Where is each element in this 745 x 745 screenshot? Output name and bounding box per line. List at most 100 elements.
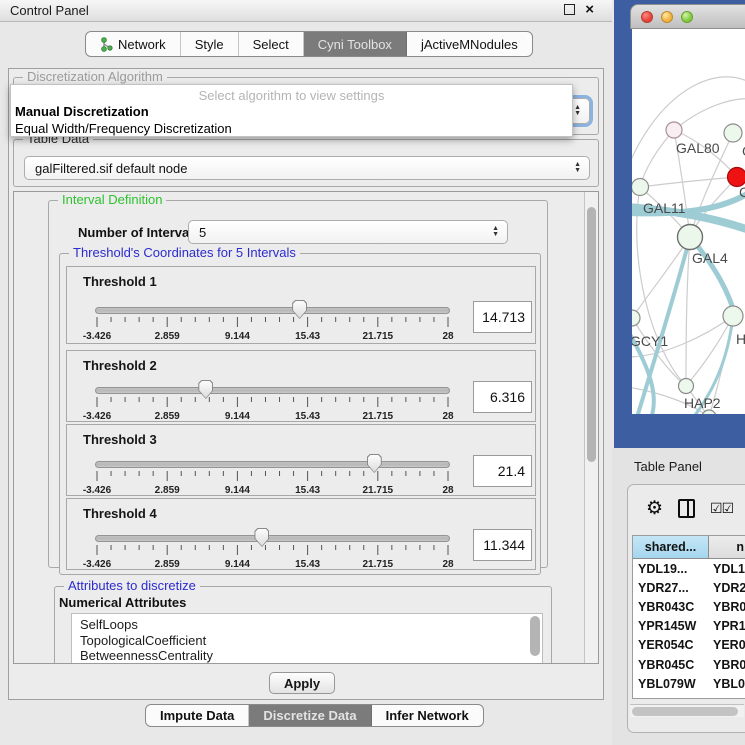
- numerical-attributes-list[interactable]: SelfLoopsTopologicalCoefficientBetweenne…: [71, 613, 543, 664]
- slider-tick-label: 28: [442, 411, 454, 422]
- table-panel-title: Table Panel: [634, 459, 702, 474]
- label-gal4: GAL4: [692, 250, 728, 266]
- combo-spinner-icon: ▲▼: [574, 157, 581, 179]
- table-cell-name[interactable]: YDL1: [709, 559, 745, 578]
- table-cell-shared-name[interactable]: YBR045C: [633, 655, 709, 674]
- list-scrollbar[interactable]: [530, 616, 540, 656]
- threshold-4-slider-track[interactable]: [95, 535, 450, 542]
- node-top-right[interactable]: [724, 124, 742, 142]
- gear-icon[interactable]: ⚙: [646, 499, 663, 518]
- tab-impute-data-label: Impute Data: [160, 708, 234, 723]
- node-gcy1[interactable]: [632, 310, 640, 326]
- number-of-intervals-combo[interactable]: 5 ▲▼: [188, 220, 508, 244]
- select-checkboxes-icon[interactable]: ☑☑: [710, 501, 733, 515]
- node-right-mid[interactable]: [723, 306, 743, 326]
- network-window-titlebar[interactable]: [630, 4, 745, 29]
- tab-discretize-data[interactable]: Discretize Data: [249, 705, 371, 726]
- close-panel-icon[interactable]: ×: [585, 4, 594, 15]
- table-cell-shared-name[interactable]: YBL079W: [633, 674, 709, 693]
- label-c-partial: C: [739, 184, 745, 200]
- label-gal80: GAL80: [676, 140, 720, 156]
- table-panel: Table Panel ⚙ ☑☑ shared... n YDL19...YDL…: [612, 448, 745, 745]
- tab-discretize-data-label: Discretize Data: [263, 708, 356, 723]
- node-gal4[interactable]: [678, 225, 703, 250]
- minimize-window-icon[interactable]: [661, 11, 673, 23]
- table-cell-shared-name[interactable]: YDR27...: [633, 578, 709, 597]
- node-hap2[interactable]: [679, 379, 694, 394]
- table-cell-name[interactable]: YBR0: [709, 655, 745, 674]
- table-cell-name[interactable]: YBL0: [709, 674, 745, 693]
- table-row[interactable]: YBL079WYBL0: [633, 674, 745, 693]
- table-cell-shared-name[interactable]: YER054C: [633, 636, 709, 655]
- threshold-1-slider-track[interactable]: [95, 307, 450, 314]
- table-cell-shared-name[interactable]: YPR145W: [633, 617, 709, 636]
- threshold-1-value[interactable]: 14.713: [473, 301, 532, 333]
- attributes-group: Attributes to discretize Numerical Attri…: [54, 586, 552, 664]
- network-view-canvas[interactable]: GAL80 G C GAL11 GAL4 GCY1 H HAP2: [632, 29, 745, 414]
- table-row[interactable]: YER054CYER0: [633, 636, 745, 655]
- threshold-1-label: Threshold 1: [83, 274, 157, 289]
- network-graph: GAL80 G C GAL11 GAL4 GCY1 H HAP2: [632, 29, 745, 414]
- threshold-4-value[interactable]: 11.344: [473, 529, 532, 561]
- column-header-name[interactable]: n: [709, 536, 745, 559]
- table-cell-shared-name[interactable]: YDL19...: [633, 559, 709, 578]
- slider-tick-label: 15.43: [295, 331, 320, 342]
- close-window-icon[interactable]: [641, 11, 653, 23]
- attribute-list-item[interactable]: BetweennessCentrality: [80, 648, 542, 664]
- threshold-2-slider-thumb[interactable]: [198, 380, 213, 399]
- tab-cyni-toolbox-label: Cyni Toolbox: [318, 37, 392, 52]
- float-panel-icon[interactable]: [564, 4, 575, 15]
- slider-tick-label: 28: [442, 331, 454, 342]
- tab-jactivemnodules[interactable]: jActiveMNodules: [407, 32, 532, 56]
- threshold-2-value[interactable]: 6.316: [473, 381, 532, 413]
- dropdown-option-manual-discretization[interactable]: Manual Discretization: [11, 103, 572, 120]
- table-cell-name[interactable]: YPR1: [709, 617, 745, 636]
- algorithm-dropdown-popup: Select algorithm to view settings Manual…: [10, 84, 573, 137]
- attribute-list-item[interactable]: TopologicalCoefficient: [80, 633, 542, 649]
- slider-tick-label: -3.426: [83, 331, 112, 342]
- tab-network[interactable]: Network: [86, 32, 181, 56]
- tab-style[interactable]: Style: [181, 32, 239, 56]
- panel-scrollbar[interactable]: [584, 192, 598, 663]
- table-row[interactable]: YPR145WYPR1: [633, 617, 745, 636]
- threshold-1-slider-thumb[interactable]: [292, 300, 307, 319]
- column-header-shared-name[interactable]: shared...: [633, 536, 709, 559]
- tab-select[interactable]: Select: [239, 32, 304, 56]
- bottom-tabs: Impute Data Discretize Data Infer Networ…: [145, 704, 484, 727]
- tab-impute-data[interactable]: Impute Data: [146, 705, 249, 726]
- threshold-2-slider-track[interactable]: [95, 387, 450, 394]
- table-row[interactable]: YDL19...YDL1: [633, 559, 745, 578]
- dropdown-option-equal-width[interactable]: Equal Width/Frequency Discretization: [11, 120, 572, 137]
- apply-button[interactable]: Apply: [269, 672, 335, 694]
- table-row[interactable]: YBR045CYBR0: [633, 655, 745, 674]
- split-columns-icon[interactable]: [678, 499, 695, 518]
- tab-jactivemnodules-label: jActiveMNodules: [421, 37, 518, 52]
- zoom-window-icon[interactable]: [681, 11, 693, 23]
- threshold-4-slider-thumb[interactable]: [254, 528, 269, 547]
- table-cell-name[interactable]: YDR2: [709, 578, 745, 597]
- table-horizontal-scrollbar[interactable]: [630, 704, 744, 717]
- table-cell-shared-name[interactable]: YLR345W: [633, 693, 709, 699]
- threshold-3-slider-thumb[interactable]: [367, 454, 382, 473]
- table-cell-name[interactable]: YER0: [709, 636, 745, 655]
- table-row[interactable]: YBR043CYBR0: [633, 597, 745, 616]
- table-row[interactable]: YLR345WYLR3: [633, 693, 745, 699]
- threshold-panel-1: Threshold 1 -3.4262.8599.14415.4321.7152…: [66, 266, 536, 344]
- table-cell-name[interactable]: YBR0: [709, 597, 745, 616]
- node-gal11[interactable]: [632, 179, 649, 196]
- slider-tick-label: 9.144: [225, 559, 250, 570]
- table-data-combo[interactable]: galFiltered.sif default node ▲▼: [24, 156, 590, 180]
- table-cell-shared-name[interactable]: YBR043C: [633, 597, 709, 616]
- table-panel-card: ⚙ ☑☑ shared... n YDL19...YDL1YDR27...YDR…: [627, 484, 745, 733]
- slider-tick-label: 28: [442, 485, 454, 496]
- table-row[interactable]: YDR27...YDR2: [633, 578, 745, 597]
- threshold-3-value[interactable]: 21.4: [473, 455, 532, 487]
- tab-cyni-toolbox[interactable]: Cyni Toolbox: [304, 32, 407, 56]
- threshold-3-slider-track[interactable]: [95, 461, 450, 468]
- node-gal80[interactable]: [666, 122, 682, 138]
- table-cell-name[interactable]: YLR3: [709, 693, 745, 699]
- slider-tick-label: 21.715: [363, 411, 394, 422]
- attribute-list-item[interactable]: SelfLoops: [80, 617, 542, 633]
- control-panel-tabs: Network Style Select Cyni Toolbox jActiv…: [85, 31, 533, 57]
- tab-infer-network[interactable]: Infer Network: [372, 705, 483, 726]
